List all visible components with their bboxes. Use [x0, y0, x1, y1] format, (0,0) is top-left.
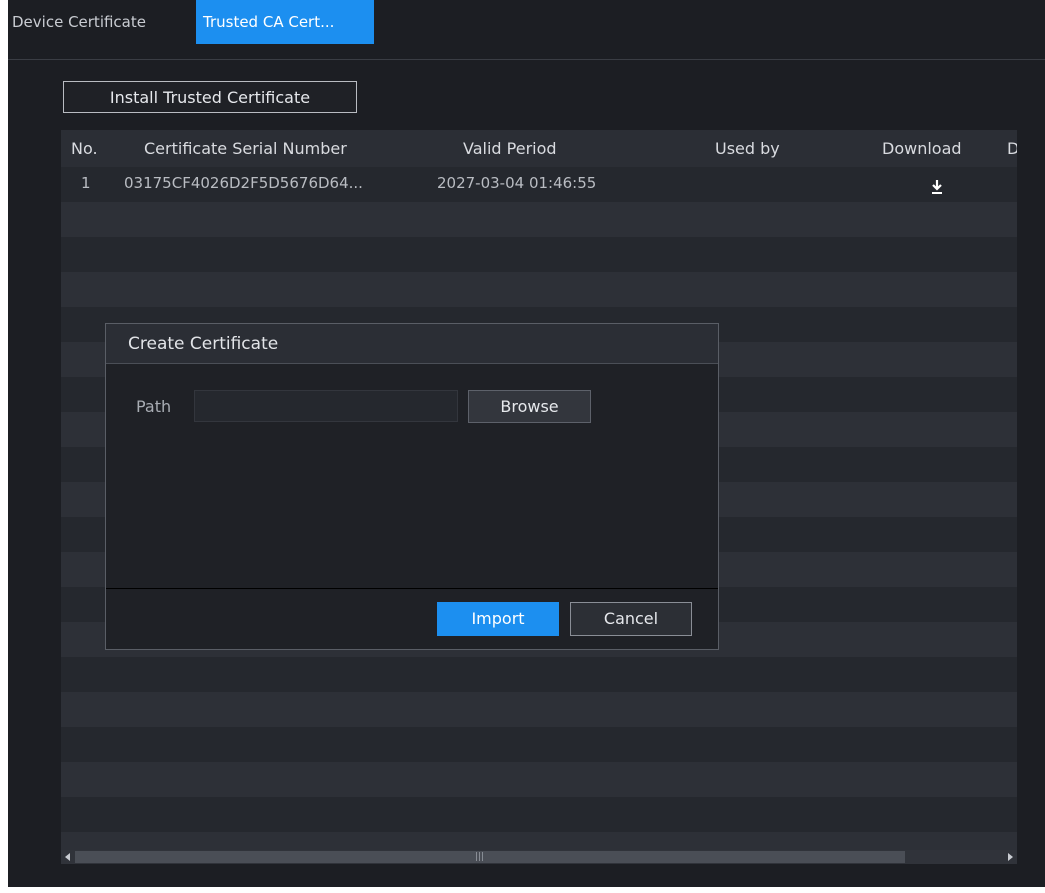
table-header: No. Certificate Serial Number Valid Peri… [61, 130, 1017, 167]
table-row [61, 272, 1017, 307]
certificate-panel: Device Certificate Trusted CA Cert... In… [8, 0, 1045, 887]
path-input[interactable] [194, 390, 458, 422]
cell-serial-number: 03175CF4026D2F5D5676D64... [124, 174, 363, 192]
column-header-truncated[interactable]: D [1007, 130, 1017, 167]
column-header-download[interactable]: Download [882, 130, 962, 167]
create-certificate-dialog: Create Certificate Path Browse Import Ca… [105, 323, 719, 650]
cancel-button[interactable]: Cancel [570, 602, 692, 636]
column-header-serial-number[interactable]: Certificate Serial Number [144, 130, 347, 167]
table-row [61, 797, 1017, 832]
scroll-left-arrow-icon[interactable] [65, 853, 70, 861]
column-header-no[interactable]: No. [71, 130, 98, 167]
table-row [61, 727, 1017, 762]
path-label: Path [136, 397, 172, 416]
table-row [61, 202, 1017, 237]
column-header-used-by[interactable]: Used by [715, 130, 780, 167]
import-button[interactable]: Import [437, 602, 559, 636]
scrollbar-thumb[interactable] [75, 851, 905, 863]
table-row [61, 692, 1017, 727]
dialog-footer-divider [106, 588, 718, 589]
horizontal-scrollbar[interactable]: ||| [61, 850, 1017, 864]
tab-device-certificate[interactable]: Device Certificate [10, 0, 198, 44]
install-trusted-certificate-button[interactable]: Install Trusted Certificate [63, 81, 357, 113]
certificate-row[interactable]: 1 03175CF4026D2F5D5676D64... 2027-03-04 … [61, 167, 1017, 199]
table-row [61, 657, 1017, 692]
table-row [61, 237, 1017, 272]
table-row [61, 762, 1017, 797]
scrollbar-grip-icon: ||| [475, 852, 485, 862]
download-icon[interactable] [931, 174, 943, 194]
scroll-right-arrow-icon[interactable] [1008, 853, 1013, 861]
browse-button[interactable]: Browse [468, 390, 591, 423]
cell-valid-period: 2027-03-04 01:46:55 [437, 174, 597, 192]
tab-divider [8, 59, 1045, 60]
dialog-title: Create Certificate [106, 324, 718, 364]
column-header-valid-period[interactable]: Valid Period [463, 130, 557, 167]
cell-no: 1 [81, 174, 91, 192]
tab-trusted-ca-certificate[interactable]: Trusted CA Cert... [196, 0, 374, 44]
